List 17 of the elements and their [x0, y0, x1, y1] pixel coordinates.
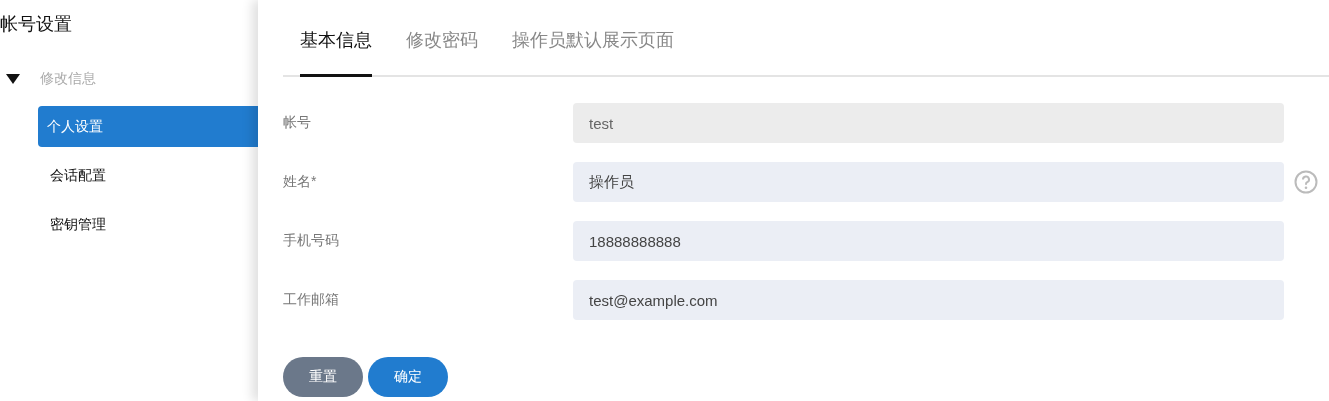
sidebar-item[interactable]: 密钥管理	[38, 204, 258, 245]
tab[interactable]: 修改密码	[406, 0, 478, 77]
tab[interactable]: 操作员默认展示页面	[512, 0, 674, 77]
input-field[interactable]: test@example.com	[573, 280, 1284, 320]
field-label: 姓名*	[283, 173, 318, 191]
field-label: 手机号码	[283, 232, 340, 250]
caret-down-icon[interactable]	[6, 74, 20, 84]
confirm-button[interactable]: 确定	[368, 357, 448, 397]
page-title: 帐号设置	[0, 13, 73, 36]
sidebar-item[interactable]: 会话配置	[38, 155, 258, 196]
input-field[interactable]: 操作员	[573, 162, 1284, 202]
field-label: 工作邮箱	[283, 291, 340, 309]
tab[interactable]: 基本信息	[300, 0, 372, 77]
reset-button[interactable]: 重置	[283, 357, 363, 397]
input-field[interactable]: 18888888888	[573, 221, 1284, 261]
field-label: 帐号	[283, 114, 312, 132]
sidebar-item[interactable]: 个人设置	[38, 106, 258, 147]
